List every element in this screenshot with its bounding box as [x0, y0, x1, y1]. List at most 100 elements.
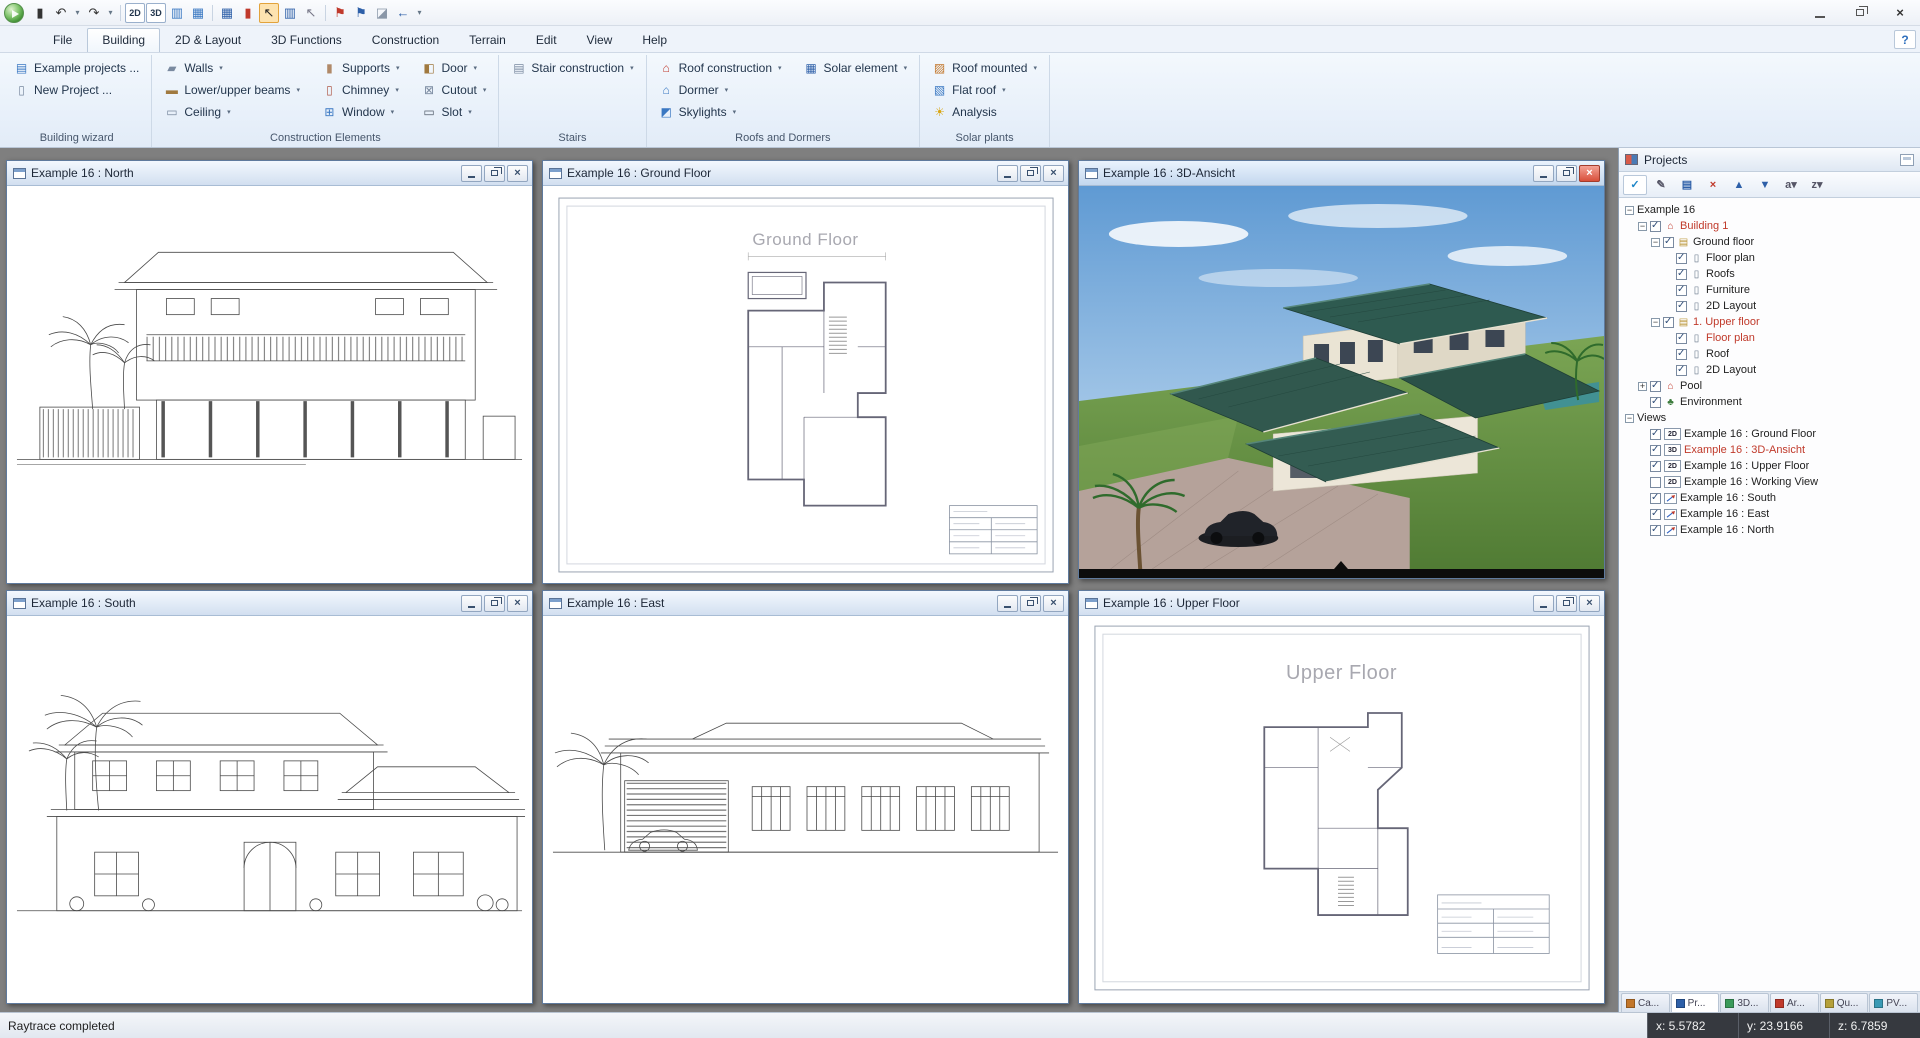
window-restore-button[interactable] — [1020, 165, 1041, 182]
tree-expander-icon[interactable]: − — [1638, 222, 1647, 231]
window-minimize-button[interactable] — [461, 165, 482, 182]
menu-tab-view[interactable]: View — [572, 28, 628, 52]
window-minimize-button[interactable] — [997, 595, 1018, 612]
panel-tab-ca[interactable]: Ca... — [1621, 993, 1670, 1012]
window-restore-button[interactable] — [1020, 595, 1041, 612]
tree-checkbox[interactable] — [1650, 381, 1661, 392]
sort-desc-icon[interactable]: z▾ — [1805, 175, 1829, 195]
view-item-example-16-3d-ansicht[interactable]: 3DExample 16 : 3D-Ansicht — [1621, 442, 1918, 458]
confirm-icon[interactable]: ✓ — [1623, 175, 1647, 195]
ribbon-item-solar-element[interactable]: ▦Solar element▾ — [800, 60, 912, 76]
tree-checkbox[interactable] — [1676, 333, 1687, 344]
panel-tab-ar[interactable]: Ar... — [1770, 993, 1819, 1012]
window-minimize-button[interactable] — [1533, 595, 1554, 612]
window-titlebar[interactable]: Example 16 : Ground Floor × — [543, 161, 1068, 186]
export-icon[interactable]: ▤ — [1675, 175, 1699, 195]
split-view-icon[interactable]: ▦ — [188, 3, 208, 23]
tile-view-icon[interactable]: ▥ — [167, 3, 187, 23]
undo-icon[interactable]: ↶ — [51, 3, 71, 23]
delete-icon[interactable]: × — [1701, 175, 1725, 195]
panel-menu-icon[interactable] — [1900, 154, 1914, 166]
view-checkbox[interactable] — [1650, 461, 1661, 472]
wall-tool-icon[interactable]: ▮ — [238, 3, 258, 23]
tree-checkbox[interactable] — [1676, 253, 1687, 264]
view-3d-icon[interactable]: 3D — [146, 3, 166, 23]
tree-item-furniture[interactable]: ▯Furniture — [1621, 282, 1918, 298]
panel-tab-pv[interactable]: PV... — [1869, 993, 1918, 1012]
tree-item-floor-plan[interactable]: ▯Floor plan — [1621, 330, 1918, 346]
view-item-example-16-north[interactable]: Example 16 : North — [1621, 522, 1918, 538]
view-item-example-16-east[interactable]: Example 16 : East — [1621, 506, 1918, 522]
view-2d-icon[interactable]: 2D — [125, 3, 145, 23]
edit-icon[interactable]: ✎ — [1649, 175, 1673, 195]
tree-item-roofs[interactable]: ▯Roofs — [1621, 266, 1918, 282]
app-close-button[interactable]: × — [1880, 0, 1920, 25]
panel-tab-pr[interactable]: Pr... — [1671, 993, 1720, 1012]
eraser-icon[interactable]: ◪ — [372, 3, 392, 23]
view-checkbox[interactable] — [1650, 445, 1661, 456]
tree-item-floor-plan[interactable]: ▯Floor plan — [1621, 250, 1918, 266]
window-titlebar[interactable]: Example 16 : Upper Floor × — [1079, 591, 1604, 616]
menu-tab-terrain[interactable]: Terrain — [454, 28, 521, 52]
ribbon-item-chimney[interactable]: ▯Chimney▾ — [318, 82, 404, 98]
tree-expander-icon[interactable]: − — [1625, 414, 1634, 423]
window-close-button[interactable]: × — [507, 165, 528, 182]
tree-checkbox[interactable] — [1676, 365, 1687, 376]
ribbon-item-flat-roof[interactable]: ▧Flat roof▾ — [928, 82, 1041, 98]
tree-item-2d-layout[interactable]: ▯2D Layout — [1621, 362, 1918, 378]
move-down-icon[interactable]: ▼ — [1753, 175, 1777, 195]
window-titlebar[interactable]: Example 16 : North × — [7, 161, 532, 186]
ribbon-item-walls[interactable]: ▰Walls▾ — [160, 60, 304, 76]
view-item-example-16-upper-floor[interactable]: 2DExample 16 : Upper Floor — [1621, 458, 1918, 474]
ribbon-item-example-projects[interactable]: ▤Example projects ... — [10, 60, 143, 76]
window-restore-button[interactable] — [484, 165, 505, 182]
pan-tool-icon[interactable]: ↖ — [301, 3, 321, 23]
window-close-button[interactable]: × — [1043, 595, 1064, 612]
tree-checkbox[interactable] — [1676, 301, 1687, 312]
panel-tab-3d[interactable]: 3D... — [1720, 993, 1769, 1012]
window-restore-button[interactable] — [1556, 595, 1577, 612]
ribbon-item-slot[interactable]: ▭Slot▾ — [418, 104, 491, 120]
app-minimize-button[interactable] — [1800, 0, 1840, 25]
app-restore-button[interactable] — [1840, 0, 1880, 25]
menu-tab-help[interactable]: Help — [627, 28, 682, 52]
window-titlebar[interactable]: Example 16 : South × — [7, 591, 532, 616]
tree-item-pool[interactable]: +⌂Pool — [1621, 378, 1918, 394]
window-close-button[interactable]: × — [1579, 595, 1600, 612]
tree-checkbox[interactable] — [1650, 221, 1661, 232]
ribbon-item-roof-construction[interactable]: ⌂Roof construction▾ — [655, 60, 786, 76]
ribbon-item-roof-mounted[interactable]: ▨Roof mounted▾ — [928, 60, 1041, 76]
undo-view-icon[interactable]: ← — [393, 3, 413, 23]
view-item-example-16-working-view[interactable]: 2DExample 16 : Working View — [1621, 474, 1918, 490]
view-item-example-16-south[interactable]: Example 16 : South — [1621, 490, 1918, 506]
flag-blue-icon[interactable]: ⚑ — [351, 3, 371, 23]
ribbon-item-door[interactable]: ◧Door▾ — [418, 60, 491, 76]
tree-checkbox[interactable] — [1650, 397, 1661, 408]
tree-item-ground-floor[interactable]: −▤Ground floor — [1621, 234, 1918, 250]
south-elevation-canvas[interactable] — [7, 616, 532, 1003]
ribbon-item-supports[interactable]: ▮Supports▾ — [318, 60, 404, 76]
tree-expander-icon[interactable]: − — [1651, 238, 1660, 247]
tree-item-building-1[interactable]: −⌂Building 1 — [1621, 218, 1918, 234]
sort-asc-icon[interactable]: a▾ — [1779, 175, 1803, 195]
north-elevation-canvas[interactable] — [7, 186, 532, 583]
tree-item-1-upper-floor[interactable]: −▤1. Upper floor — [1621, 314, 1918, 330]
redo-icon[interactable]: ↷ — [84, 3, 104, 23]
undo-dropdown-icon[interactable]: ▾ — [72, 3, 83, 23]
redo-dropdown-icon[interactable]: ▾ — [105, 3, 116, 23]
tree-item-environment[interactable]: ♣Environment — [1621, 394, 1918, 410]
tree-checkbox[interactable] — [1676, 349, 1687, 360]
window-minimize-button[interactable] — [997, 165, 1018, 182]
view-checkbox[interactable] — [1650, 525, 1661, 536]
tree-expander-icon[interactable]: + — [1638, 382, 1647, 391]
help-button[interactable]: ? — [1894, 30, 1916, 49]
file-menu-icon[interactable]: ▮ — [30, 3, 50, 23]
tree-checkbox[interactable] — [1676, 269, 1687, 280]
view-checkbox[interactable] — [1650, 429, 1661, 440]
window-titlebar[interactable]: Example 16 : 3D-Ansicht × — [1079, 161, 1604, 186]
tree-checkbox[interactable] — [1663, 317, 1674, 328]
grid-snap-icon[interactable]: ▦ — [217, 3, 237, 23]
window-close-button[interactable]: × — [1579, 165, 1600, 182]
tree-checkbox[interactable] — [1663, 237, 1674, 248]
tree-item-2d-layout[interactable]: ▯2D Layout — [1621, 298, 1918, 314]
